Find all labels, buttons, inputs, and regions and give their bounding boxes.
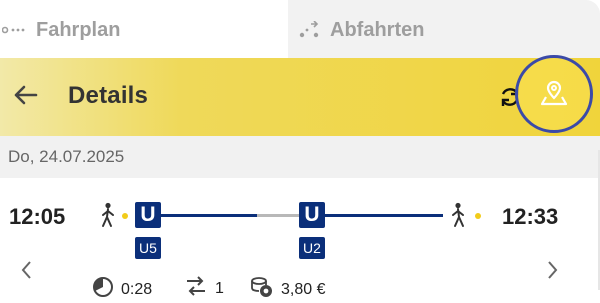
page-title: Details bbox=[68, 82, 149, 109]
arrow-left-icon bbox=[12, 84, 38, 111]
tab-abfahrten[interactable]: Abfahrten bbox=[288, 0, 600, 60]
tab-abfahrten-label: Abfahrten bbox=[330, 18, 425, 41]
transfer-icon bbox=[184, 276, 208, 301]
ubahn-symbol-second: U bbox=[299, 202, 325, 228]
next-trip-button[interactable] bbox=[544, 260, 560, 280]
line-badge-u2: U2 bbox=[299, 237, 325, 259]
transfers-value: 1 bbox=[215, 279, 224, 297]
back-button[interactable] bbox=[10, 80, 40, 114]
transfer-segment bbox=[257, 214, 299, 217]
transfers-info: 1 bbox=[184, 276, 224, 301]
chevron-left-icon bbox=[19, 261, 35, 284]
route-segment-u2 bbox=[325, 214, 443, 217]
ubahn-symbol-first: U bbox=[135, 202, 161, 228]
tab-bar: Fahrplan Abfahrten bbox=[0, 0, 600, 60]
duration-info: 0:28 bbox=[92, 276, 152, 303]
route-icon bbox=[2, 23, 26, 37]
arrival-time: 12:33 bbox=[502, 204, 559, 229]
date-bar: Do, 24.07.2025 bbox=[0, 136, 600, 178]
duration-value: 0:28 bbox=[121, 280, 153, 298]
coins-icon bbox=[250, 276, 274, 303]
map-pin-icon bbox=[539, 77, 569, 112]
clock-icon bbox=[92, 276, 114, 303]
walk-icon bbox=[100, 202, 116, 228]
details-header: Details bbox=[0, 55, 600, 136]
departures-icon bbox=[298, 21, 320, 39]
line-badge-u5: U5 bbox=[135, 237, 161, 259]
route-segment-u5 bbox=[161, 214, 257, 217]
walk-icon bbox=[450, 202, 466, 228]
departure-time: 12:05 bbox=[9, 204, 66, 229]
previous-trip-button[interactable] bbox=[19, 260, 35, 280]
tab-fahrplan[interactable]: Fahrplan bbox=[0, 0, 288, 60]
trip-card[interactable]: 12:05 U U 12:33 U5 U2 0:28 1 3,80 € bbox=[0, 178, 600, 301]
tab-fahrplan-label: Fahrplan bbox=[36, 18, 121, 41]
map-button[interactable] bbox=[515, 55, 593, 133]
chevron-right-icon bbox=[544, 261, 560, 284]
trip-date: Do, 24.07.2025 bbox=[8, 147, 125, 166]
price-info: 3,80 € bbox=[250, 276, 325, 303]
walk-dot bbox=[475, 213, 481, 219]
walk-dot bbox=[122, 213, 128, 219]
price-value: 3,80 € bbox=[281, 280, 326, 298]
